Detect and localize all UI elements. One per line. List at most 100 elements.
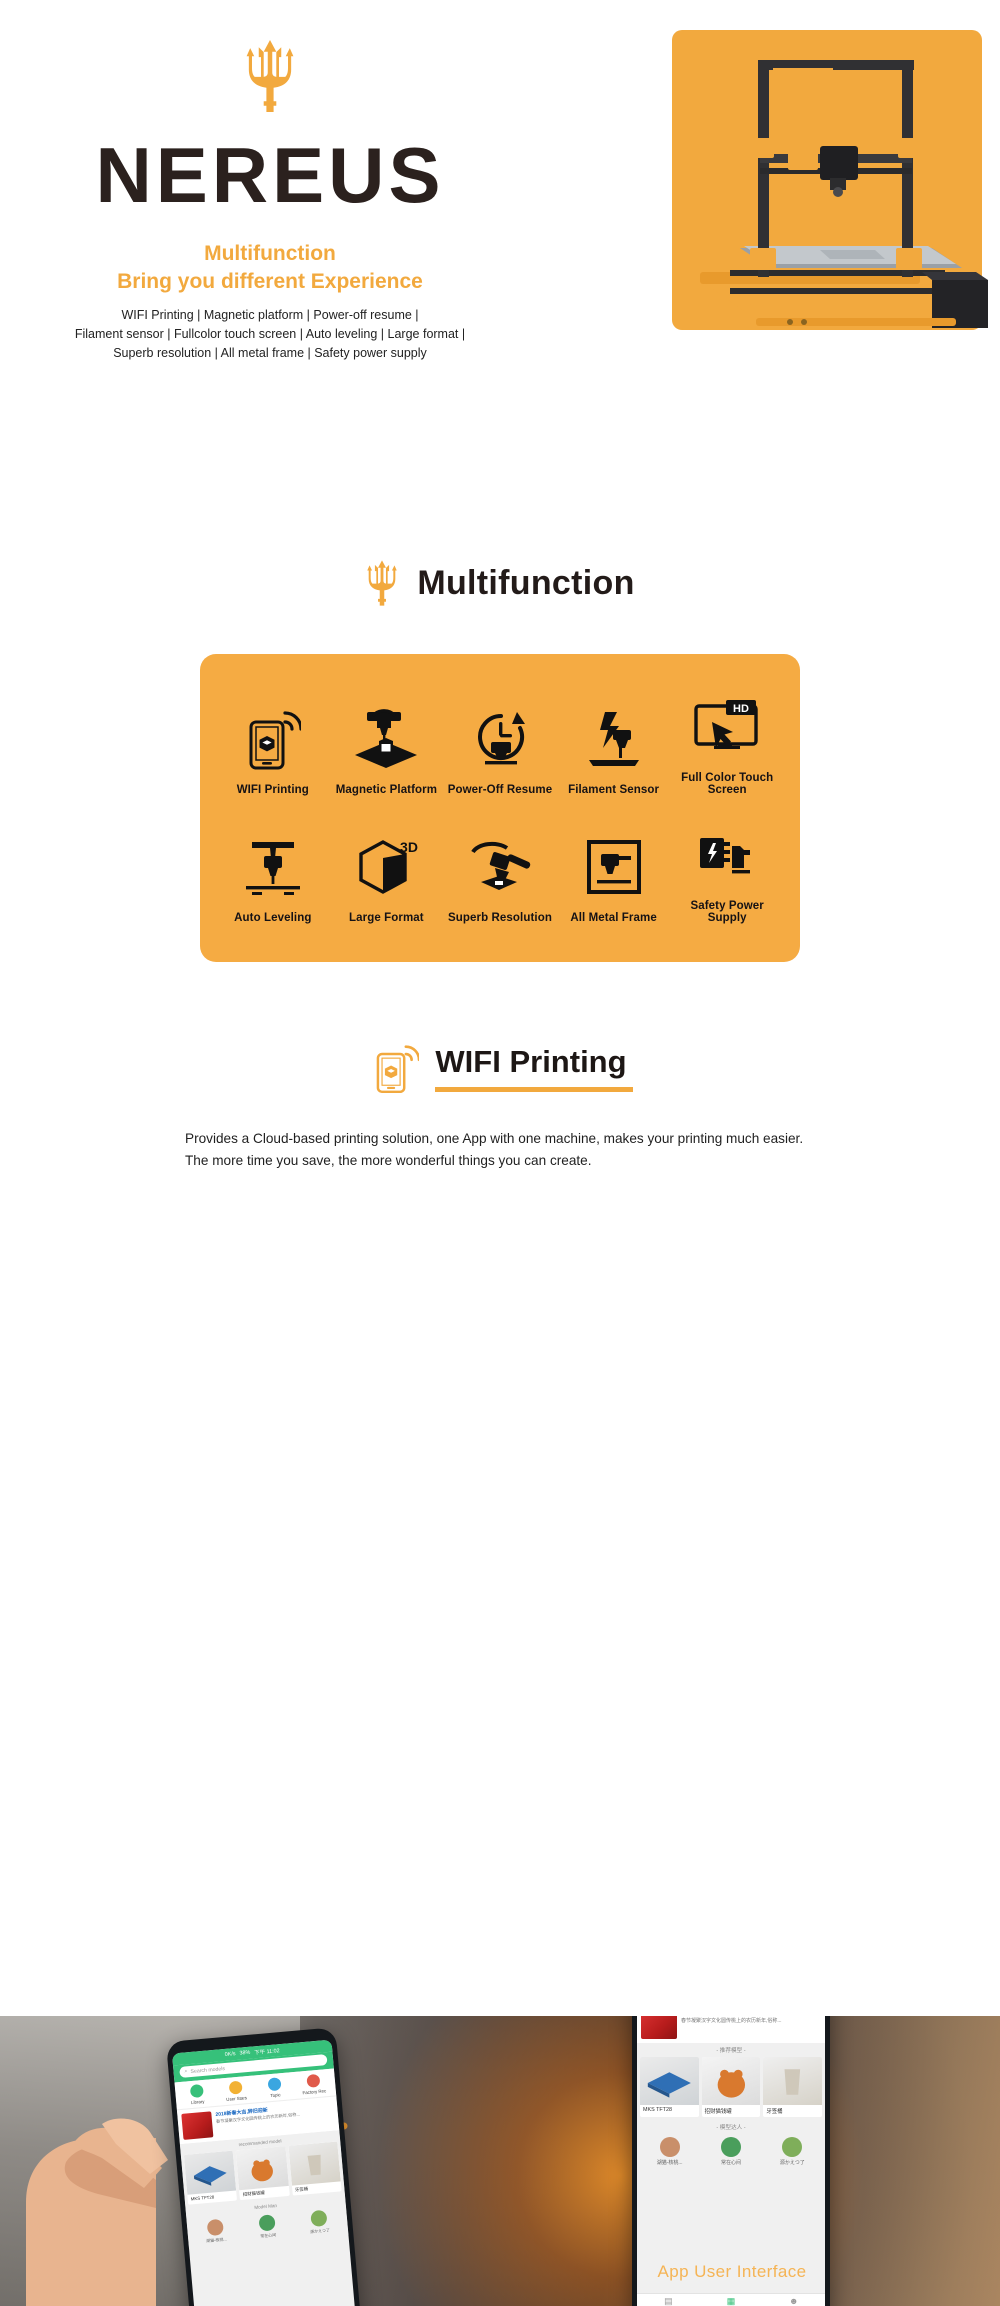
title-underline (435, 1087, 633, 1092)
bottom-tab-bar: ▤ 设备 ▦ 首页 ☻ 我的 (637, 2293, 825, 2306)
model-card[interactable]: 牙签桶 (288, 2141, 342, 2196)
wifi-description: Provides a Cloud-based printing solution… (185, 1131, 804, 1169)
filament-sensor-icon (583, 708, 645, 770)
person-item[interactable]: 湖猫-核桃... (640, 2137, 699, 2166)
feature-auto-leveling[interactable]: Auto Leveling (216, 824, 330, 924)
nav-item-factory-rec[interactable]: Factory Rec (293, 2073, 334, 2096)
wifi-phone-icon (245, 708, 301, 770)
hero-feature-line-2: Filament sensor | Fullcolor touch screen… (74, 327, 466, 342)
nav-item-user-stars[interactable]: User Stars (216, 2079, 257, 2102)
trident-icon (367, 560, 398, 606)
star-icon (228, 2080, 243, 2095)
feature-label: All Metal Frame (570, 912, 657, 924)
promo-title: 2018新春大吉,辞旧迎新 (681, 2016, 821, 2017)
person-item[interactable]: 常在心间 (241, 2213, 293, 2241)
tab-equipment[interactable]: ▤ 设备 (637, 2297, 700, 2306)
library-icon (189, 2083, 204, 2099)
trident-icon (246, 40, 294, 112)
model-thumbnail (640, 2057, 699, 2105)
feature-row-1: WIFI Printing Magnetic Platform Power-Of… (216, 696, 784, 796)
feature-safety-power-supply[interactable]: Safety Power Supply (670, 824, 784, 924)
person-item[interactable]: 源かえつ了 (293, 2208, 345, 2236)
nav-item-topic[interactable]: Topic (255, 2076, 296, 2099)
feature-filament-sensor[interactable]: Filament Sensor (557, 696, 671, 796)
feature-row-2: Auto Leveling 3D Large Format Superb Res… (216, 824, 784, 924)
model-card-list: MKS TFT28 招财猫钱罐 牙签桶 (637, 2057, 825, 2120)
avatar (782, 2137, 803, 2157)
magnetic-platform-icon (353, 708, 419, 770)
model-thumbnail (701, 2057, 761, 2105)
model-label: MKS TFT28 (643, 2107, 672, 2113)
search-placeholder: Search models (190, 2065, 226, 2075)
all-metal-frame-icon (583, 836, 645, 898)
svg-text:HD: HD (733, 703, 749, 715)
person-name: 湖猫-核桃... (656, 2160, 683, 2166)
auto-leveling-icon (242, 836, 304, 898)
feature-wifi-printing[interactable]: WIFI Printing (216, 696, 330, 796)
feature-label: Large Format (349, 912, 424, 924)
wifi-phone-icon (377, 1045, 420, 1094)
feature-label: Power-Off Resume (447, 784, 553, 796)
model-thumbnail (763, 2057, 823, 2105)
feature-magnetic-platform[interactable]: Magnetic Platform (330, 696, 444, 796)
profile-icon: ☻ (788, 2296, 799, 2306)
page-title: NEREUS (95, 131, 445, 219)
feature-full-color-touch-screen[interactable]: HD Full Color Touch Screen (670, 696, 784, 796)
person-item[interactable]: 常在心间 (701, 2137, 760, 2166)
safety-power-supply-icon (694, 824, 760, 886)
promo-desc: 春节凝聚汉字文化圆传桃上的农历新年,俗称... (681, 2018, 782, 2024)
tab-mine[interactable]: ☻ 我的 (762, 2297, 825, 2306)
person-name: 源かえつ了 (779, 2160, 805, 2166)
model-card[interactable]: 牙签桶 (763, 2057, 823, 2117)
avatar (720, 2137, 741, 2157)
nav-item-library[interactable]: Library (177, 2083, 218, 2106)
feature-label: Filament Sensor (568, 784, 660, 796)
person-name: 常在心间 (259, 2232, 277, 2239)
avatar (258, 2214, 276, 2232)
person-name: 常在心间 (720, 2160, 741, 2166)
feature-superb-resolution[interactable]: Superb Resolution (443, 824, 557, 924)
model-label: 招财猫钱罐 (704, 2109, 732, 2115)
phone-small[interactable]: 0K/s 38% 下午 11:02 ⌕ Search models Librar… (165, 2027, 365, 2306)
promo-card[interactable]: 2018新春大吉,辞旧迎新 春节凝聚汉字文化圆传桃上的农历新年,俗称... (637, 2016, 825, 2043)
model-label: 牙签桶 (766, 2109, 783, 2115)
wifi-section-header: WIFI Printing (0, 1038, 1000, 1098)
feature-label: Auto Leveling (234, 912, 312, 924)
tab-home[interactable]: ▦ 首页 (700, 2297, 763, 2306)
status-time: 下午 11:02 (254, 2048, 280, 2057)
large-format-3d-icon: 3D (353, 836, 419, 898)
person-item[interactable]: 湖猫-核桃... (190, 2217, 242, 2245)
status-speed: 0K/s (224, 2051, 236, 2058)
feature-label: Safety Power Supply (690, 900, 764, 924)
feature-large-format[interactable]: 3D Large Format (330, 824, 444, 924)
section-title: Multifunction (417, 563, 635, 602)
person-item[interactable]: 源かえつ了 (763, 2137, 822, 2166)
avatar (206, 2218, 224, 2237)
model-card[interactable]: MKS TFT28 (183, 2150, 238, 2205)
section-label-people: - 模型达人 - (637, 2120, 825, 2134)
hero-brand-block: NEREUS Multifunction Bring you different… (0, 40, 540, 364)
model-card[interactable]: 招财猫钱罐 (235, 2146, 290, 2201)
nav-label: Library (190, 2098, 205, 2106)
avatar (659, 2137, 680, 2157)
tagline-secondary: Bring you different Experience (117, 270, 423, 294)
model-thumbnail (183, 2150, 237, 2195)
feature-label: Magnetic Platform (335, 784, 438, 796)
hd-touch-screen-icon: HD (692, 696, 762, 758)
hero-feature-line-3: Superb resolution | All metal frame | Sa… (113, 346, 427, 361)
factory-icon (306, 2073, 321, 2088)
promo-text: 2018新春大吉,辞旧迎新 春节凝聚汉字文化圆传桃上的农历新年,俗称... (681, 2016, 821, 2039)
app-showcase-band: 0K/s 38% 下午 11:02 ⌕ Search models Librar… (0, 2016, 1000, 2306)
superb-resolution-icon (465, 836, 535, 898)
status-battery: 38% (239, 2049, 251, 2057)
model-thumbnail (288, 2141, 341, 2186)
feature-power-off-resume[interactable]: Power-Off Resume (443, 696, 557, 796)
svg-text:3D: 3D (400, 839, 418, 855)
model-card[interactable]: 招财猫钱罐 (701, 2057, 761, 2117)
wifi-section-title: WIFI Printing (435, 1044, 627, 1079)
feature-label: WIFI Printing (236, 784, 309, 796)
model-card[interactable]: MKS TFT28 (640, 2057, 699, 2117)
search-icon: ⌕ (184, 2068, 188, 2075)
model-man-list: 湖猫-核桃... 常在心间 源かえつ了 (637, 2134, 825, 2169)
feature-all-metal-frame[interactable]: All Metal Frame (557, 824, 671, 924)
